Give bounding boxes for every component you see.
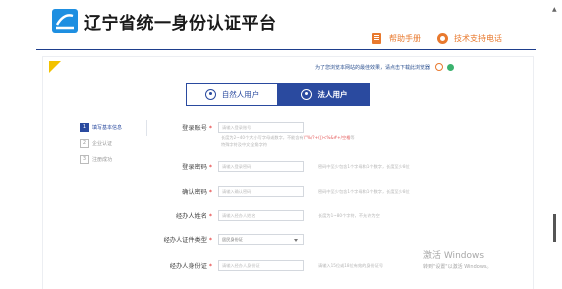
user-type-switch: 自然人用户 法人用户	[186, 83, 370, 106]
help-manual-link[interactable]: 帮助手册	[389, 33, 421, 44]
id-number-label: 经办人身份证 *	[169, 263, 212, 270]
id-number-hint: 请输入15位或18位有效的身份证号	[318, 262, 384, 268]
id-number-input[interactable]: 请输入经办人身份证	[218, 260, 304, 271]
id-type-select[interactable]: 居民身份证	[218, 234, 304, 245]
chrome-browser-icon[interactable]	[447, 63, 455, 71]
account-row: 登录账号 * 请输入登录账号	[150, 121, 304, 134]
confirm-password-input[interactable]: 请输入确认密码	[218, 186, 304, 197]
steps-divider	[146, 120, 147, 136]
header-links: 帮助手册 技术支持电话	[372, 31, 502, 45]
scrollbar-thumb[interactable]	[553, 214, 556, 242]
password-label: 登录密码 *	[182, 164, 212, 171]
account-input[interactable]: 请输入登录账号	[218, 122, 304, 133]
site-title: 辽宁省统一身份认证平台	[84, 14, 277, 34]
chevron-down-icon	[294, 239, 298, 242]
agent-name-hint: 长度为1~80个字符，不允许为空	[318, 212, 380, 218]
account-label: 登录账号 *	[182, 125, 212, 132]
registration-steps: 1 填写基本信息 2 企业认证 3 注册成功	[80, 122, 122, 170]
account-hint: 长度为2~40个大小写字母或数字，不能含有\"%/?+(|)<%&#+/空格等 …	[221, 135, 355, 147]
person-icon	[204, 89, 216, 100]
confirm-password-label: 确认密码 *	[182, 189, 212, 196]
windows-activation-watermark: 激活 Windows 转到"设置"以激活 Windows。	[423, 251, 492, 270]
tech-support-link[interactable]: 技术支持电话	[454, 33, 502, 44]
support-icon	[437, 32, 448, 44]
step-item: 3 注册成功	[80, 154, 122, 164]
id-type-label: 经办人证件类型 *	[163, 237, 212, 244]
browser-tip-text: 为了您浏览本网站的最佳效果，请点击下载此浏览器	[315, 64, 431, 71]
page-header: 辽宁省统一身份认证平台 帮助手册 技术支持电话	[0, 0, 562, 52]
ie-browser-icon[interactable]	[435, 63, 444, 71]
password-input[interactable]: 请输入登录密码	[218, 161, 304, 172]
id-number-row: 经办人身份证 * 请输入经办人身份证 请输入15位或18位有效的身份证号	[150, 259, 383, 272]
person-icon	[300, 89, 312, 100]
confirm-password-hint: 密码中至少包含1个字母和1个数字，长度至少8位	[318, 188, 410, 194]
agent-name-row: 经办人姓名 * 请输入经办人姓名 长度为1~80个字符，不允许为空	[150, 209, 380, 222]
step-item: 2 企业认证	[80, 138, 122, 148]
browser-tip: 为了您浏览本网站的最佳效果，请点击下载此浏览器	[315, 63, 455, 71]
scroll-up-arrow-icon[interactable]: ▲	[552, 6, 557, 13]
id-type-row: 经办人证件类型 * 居民身份证	[150, 233, 304, 246]
site-logo-icon	[52, 9, 78, 33]
password-row: 登录密码 * 请输入登录密码 密码中至少包含1个字母和1个数字，长度至少8位	[150, 160, 410, 173]
confirm-password-row: 确认密码 * 请输入确认密码 密码中至少包含1个字母和1个数字，长度至少8位	[150, 185, 410, 198]
agent-name-label: 经办人姓名 *	[175, 213, 212, 220]
manual-book-icon	[372, 32, 381, 44]
agent-name-input[interactable]: 请输入经办人姓名	[218, 210, 304, 221]
natural-person-tab[interactable]: 自然人用户	[186, 83, 278, 106]
header-divider	[36, 49, 536, 50]
step-item: 1 填写基本信息	[80, 122, 122, 132]
password-hint: 密码中至少包含1个字母和1个数字，长度至少8位	[318, 163, 410, 169]
legal-person-tab[interactable]: 法人用户	[278, 83, 370, 106]
